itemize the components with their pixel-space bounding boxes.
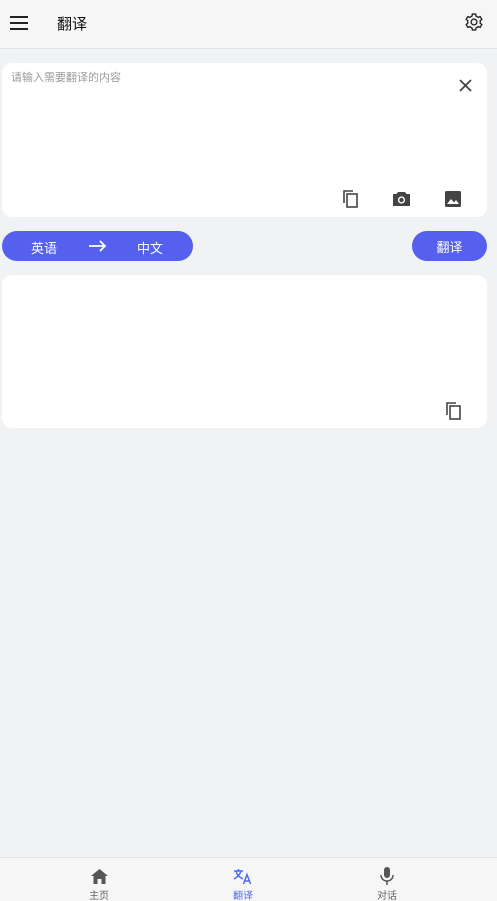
settings-button[interactable]	[462, 10, 486, 34]
camera-icon	[392, 192, 410, 206]
source-language[interactable]: 英语	[31, 238, 57, 257]
swap-language-button[interactable]	[88, 237, 108, 255]
arrow-right-icon	[89, 240, 107, 252]
nav-item-home[interactable]: 主页	[59, 858, 139, 901]
image-button[interactable]	[442, 188, 464, 210]
image-icon	[445, 191, 461, 207]
gear-icon	[465, 13, 483, 31]
menu-icon	[10, 16, 28, 30]
nav-label: 翻译	[233, 891, 253, 901]
copy-input-button[interactable]	[339, 188, 361, 210]
app-root: 翻译 请输入需要翻译的内容 英语 中文 翻译 主页 翻译 对话	[0, 0, 497, 901]
nav-item-translate[interactable]: 翻译	[203, 858, 283, 901]
source-text-input[interactable]	[11, 69, 431, 179]
page-title: 翻译	[57, 15, 88, 33]
translate-button[interactable]: 翻译	[412, 231, 487, 261]
language-selector[interactable]: 英语 中文	[2, 231, 193, 261]
top-bar: 翻译	[0, 0, 497, 49]
menu-button[interactable]	[6, 10, 32, 36]
clear-button[interactable]	[455, 75, 475, 95]
translate-icon	[233, 868, 252, 884]
copy-icon	[343, 190, 358, 208]
nav-label: 对话	[377, 891, 397, 901]
nav-item-chat[interactable]: 对话	[347, 858, 427, 901]
mic-icon	[380, 867, 394, 885]
bottom-nav: 主页 翻译 对话	[0, 857, 497, 901]
target-language[interactable]: 中文	[137, 238, 163, 257]
output-card	[2, 275, 487, 428]
camera-button[interactable]	[390, 188, 412, 210]
input-card	[2, 63, 487, 217]
nav-label: 主页	[89, 891, 109, 901]
home-icon	[90, 868, 108, 884]
copy-output-button[interactable]	[442, 400, 464, 422]
close-icon	[458, 78, 472, 92]
copy-icon	[446, 402, 461, 420]
